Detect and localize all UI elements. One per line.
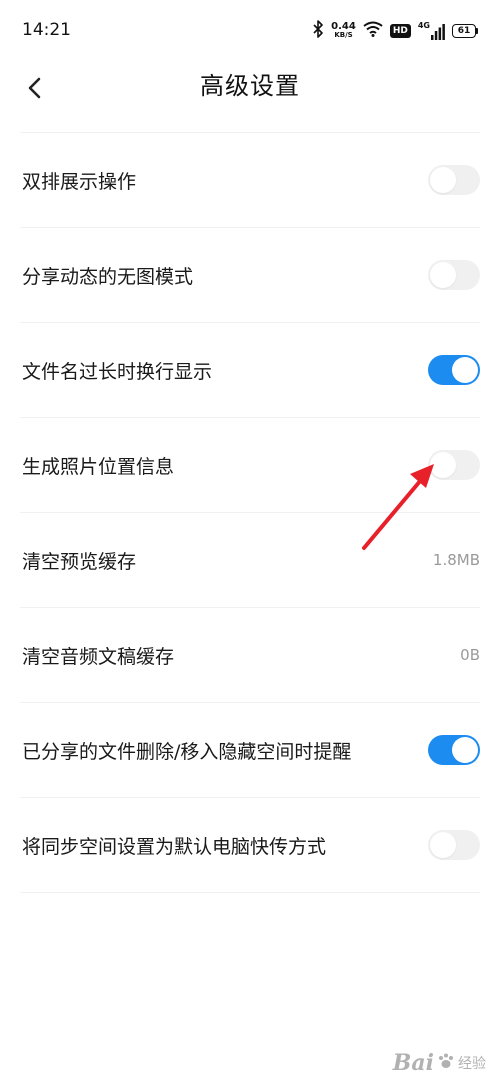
setting-row-default-transfer[interactable]: 将同步空间设置为默认电脑快传方式 — [0, 798, 500, 892]
setting-row-clear-audio-cache[interactable]: 清空音频文稿缓存 0B — [0, 608, 500, 702]
page-title: 高级设置 — [200, 72, 300, 100]
network-speed: 0.44 KB/S — [331, 22, 356, 40]
setting-row-share-delete-reminder[interactable]: 已分享的文件删除/移入隐藏空间时提醒 — [0, 703, 500, 797]
paw-icon — [437, 1052, 455, 1074]
preview-cache-size: 1.8MB — [432, 551, 480, 569]
network-speed-value: 0.44 — [331, 21, 356, 32]
status-time: 14:21 — [22, 20, 71, 40]
setting-label: 清空预览缓存 — [22, 550, 137, 573]
setting-label: 清空音频文稿缓存 — [22, 645, 175, 668]
hd-badge: HD — [389, 24, 411, 38]
setting-label: 文件名过长时换行显示 — [22, 360, 213, 383]
network-speed-unit: KB/S — [334, 31, 353, 39]
setting-label: 双排展示操作 — [22, 170, 137, 193]
status-bar: 14:21 0.44 KB/S HD 4G 61 — [0, 0, 500, 62]
settings-list: 双排展示操作 分享动态的无图模式 文件名过长时换行显示 生成照片位置信息 清空预… — [0, 132, 500, 893]
wifi-icon — [363, 21, 383, 41]
bluetooth-icon — [312, 20, 324, 42]
network-type: 4G — [417, 21, 430, 30]
share-delete-reminder-toggle[interactable] — [428, 735, 480, 765]
setting-row-photo-location[interactable]: 生成照片位置信息 — [0, 418, 500, 512]
setting-label: 已分享的文件删除/移入隐藏空间时提醒 — [22, 740, 352, 763]
setting-label: 分享动态的无图模式 — [22, 265, 194, 288]
share-no-image-toggle[interactable] — [428, 260, 480, 290]
battery-icon: 61 — [452, 24, 478, 38]
watermark-brand: Bai — [392, 1050, 434, 1076]
setting-row-clear-preview-cache[interactable]: 清空预览缓存 1.8MB — [0, 513, 500, 607]
divider — [20, 892, 480, 893]
dual-column-toggle[interactable] — [428, 165, 480, 195]
signal-icon: 4G — [418, 22, 445, 40]
watermark-logo: Bai 经验 — [393, 1050, 486, 1076]
battery-level: 61 — [452, 24, 476, 38]
setting-row-wrap-filename[interactable]: 文件名过长时换行显示 — [0, 323, 500, 417]
setting-row-dual-column[interactable]: 双排展示操作 — [0, 133, 500, 227]
setting-label: 将同步空间设置为默认电脑快传方式 — [22, 835, 327, 858]
status-icons: 0.44 KB/S HD 4G 61 — [312, 20, 478, 42]
wrap-filename-toggle[interactable] — [428, 355, 480, 385]
default-transfer-toggle[interactable] — [428, 830, 480, 860]
setting-label: 生成照片位置信息 — [22, 455, 175, 478]
audio-cache-size: 0B — [460, 646, 480, 664]
photo-location-toggle[interactable] — [428, 450, 480, 480]
watermark-suffix: 经验 — [458, 1056, 486, 1072]
setting-row-share-no-image[interactable]: 分享动态的无图模式 — [0, 228, 500, 322]
nav-bar: 高级设置 — [0, 62, 500, 134]
